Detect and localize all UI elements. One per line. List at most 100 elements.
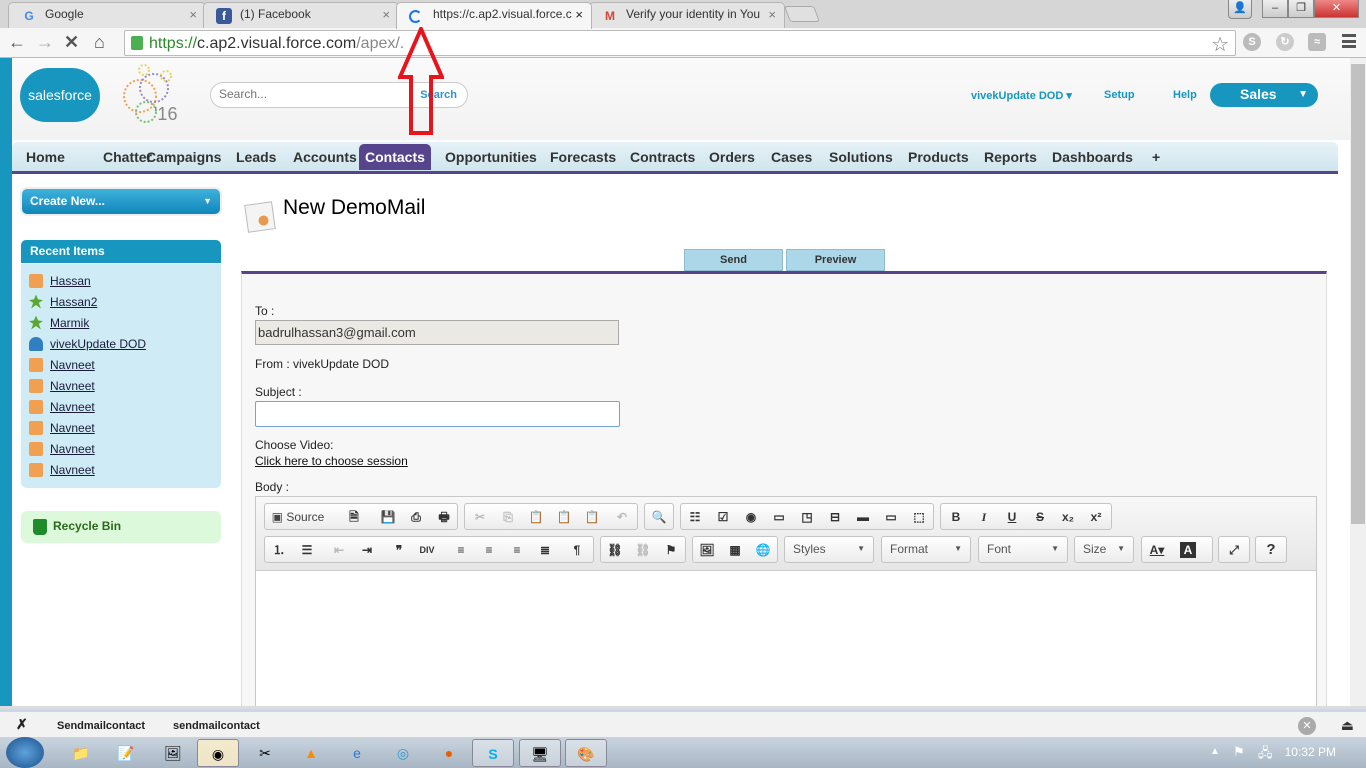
action-center-flag-icon[interactable]: ⚑ bbox=[1233, 744, 1245, 760]
textarea-icon[interactable]: ◳ bbox=[796, 507, 818, 527]
download-item[interactable]: sendmailcontact bbox=[173, 720, 260, 732]
browser-menu-icon[interactable] bbox=[1342, 34, 1356, 48]
choose-session-link[interactable]: Click here to choose session bbox=[255, 454, 408, 468]
close-tab-icon[interactable]: × bbox=[768, 7, 776, 22]
help-center-icon[interactable]: ◎ bbox=[382, 739, 424, 767]
paste-icon[interactable]: 📋 bbox=[525, 507, 547, 527]
nav-tab-accounts[interactable]: Accounts bbox=[287, 148, 363, 166]
recent-item-link[interactable]: Hassan2 bbox=[50, 295, 97, 309]
nav-tab-opportunities[interactable]: Opportunities bbox=[439, 148, 543, 166]
notepad-icon[interactable]: 📝 bbox=[105, 739, 147, 767]
user-menu[interactable]: vivekUpdate DOD ▾ bbox=[971, 89, 1072, 102]
profile-icon[interactable]: 👤 bbox=[1228, 0, 1252, 19]
table-icon[interactable]: ▦ bbox=[724, 540, 746, 560]
recycle-bin-link[interactable]: Recycle Bin bbox=[21, 511, 221, 543]
refresh-extension-icon[interactable]: ↻ bbox=[1276, 33, 1294, 51]
recent-item-link[interactable]: Navneet bbox=[50, 421, 95, 435]
nav-tab-contacts[interactable]: Contacts bbox=[359, 144, 431, 170]
download-item[interactable]: Sendmailcontact bbox=[57, 720, 145, 732]
format-dropdown[interactable]: Format ▼ bbox=[881, 536, 971, 563]
indent-icon[interactable]: ⇥ bbox=[356, 540, 378, 560]
nav-tab-contracts[interactable]: Contracts bbox=[624, 148, 701, 166]
bookmark-star-icon[interactable]: ☆ bbox=[1211, 32, 1229, 57]
home-icon[interactable]: ⌂ bbox=[94, 32, 105, 52]
nav-tab-home[interactable]: Home bbox=[20, 148, 71, 166]
numbered-list-icon[interactable]: ⒈ bbox=[268, 540, 290, 560]
print-icon[interactable]: 🖶 bbox=[433, 507, 455, 527]
page-scrollbar[interactable] bbox=[1350, 58, 1366, 706]
skype-extension-icon[interactable]: S bbox=[1243, 33, 1261, 51]
recent-item-link[interactable]: Marmik bbox=[50, 316, 89, 330]
nav-tab-solutions[interactable]: Solutions bbox=[823, 148, 899, 166]
paste-text-icon[interactable]: 📋 bbox=[553, 507, 575, 527]
copy-icon[interactable]: ⎘ bbox=[497, 507, 519, 527]
select-icon[interactable]: ⊟ bbox=[824, 507, 846, 527]
show-downloads-icon[interactable]: ⏏ bbox=[1341, 717, 1354, 734]
subject-input[interactable] bbox=[255, 401, 620, 427]
search-input[interactable] bbox=[219, 87, 399, 101]
recent-item-link[interactable]: Navneet bbox=[50, 400, 95, 414]
browser-tab-google[interactable]: G Google × bbox=[8, 2, 206, 28]
underline-icon[interactable]: U bbox=[1001, 507, 1023, 527]
restore-button[interactable]: ❐ bbox=[1288, 0, 1314, 18]
rss-extension-icon[interactable]: ≈ bbox=[1308, 33, 1326, 51]
back-icon[interactable]: ← bbox=[8, 32, 26, 52]
cut-icon[interactable]: ✂ bbox=[469, 507, 491, 527]
source-button[interactable]: ▣ Source bbox=[267, 507, 329, 527]
recent-item-link[interactable]: vivekUpdate DOD bbox=[50, 337, 146, 351]
close-tab-icon[interactable]: × bbox=[189, 7, 197, 22]
image-button-icon[interactable]: ▭ bbox=[880, 507, 902, 527]
app-selector[interactable]: Sales ▼ bbox=[1210, 83, 1318, 107]
browser-tab-active[interactable]: https://c.ap2.visual.force.c × bbox=[396, 2, 592, 29]
help-link[interactable]: Help bbox=[1173, 89, 1197, 101]
nav-tab-products[interactable]: Products bbox=[902, 148, 975, 166]
preview-doc-icon[interactable]: ⎙ bbox=[405, 507, 427, 527]
send-button[interactable]: Send bbox=[684, 249, 783, 271]
download-close-icon[interactable]: ✕ bbox=[1298, 717, 1316, 735]
recent-item-link[interactable]: Hassan bbox=[50, 274, 91, 288]
help-icon[interactable]: ? bbox=[1260, 540, 1282, 560]
radio-icon[interactable]: ◉ bbox=[740, 507, 762, 527]
system-clock[interactable]: 10:32 PM bbox=[1285, 745, 1336, 759]
new-tab-button[interactable] bbox=[784, 6, 820, 22]
network-icon[interactable]: 🖧 bbox=[1258, 744, 1273, 766]
create-new-dropdown[interactable]: Create New... ▼ bbox=[22, 189, 220, 214]
setup-link[interactable]: Setup bbox=[1104, 89, 1135, 101]
nav-tab-reports[interactable]: Reports bbox=[978, 148, 1043, 166]
hidden-field-icon[interactable]: ⬚ bbox=[908, 507, 930, 527]
italic-icon[interactable]: I bbox=[973, 507, 995, 527]
styles-dropdown[interactable]: Styles ▼ bbox=[784, 536, 874, 563]
unlink-icon[interactable]: ⛓ bbox=[632, 540, 654, 560]
vlc-icon[interactable]: ▲ bbox=[290, 739, 332, 767]
find-icon[interactable]: 🔍 bbox=[648, 507, 670, 527]
skype-icon[interactable]: S bbox=[472, 739, 514, 767]
scrollbar-thumb[interactable] bbox=[1351, 64, 1365, 524]
subscript-icon[interactable]: x₂ bbox=[1057, 507, 1079, 527]
forward-icon[interactable]: → bbox=[36, 32, 54, 52]
firefox-icon[interactable]: ● bbox=[428, 739, 470, 767]
justify-icon[interactable]: ≣ bbox=[534, 540, 556, 560]
font-dropdown[interactable]: Font ▼ bbox=[978, 536, 1068, 563]
explorer-icon[interactable]: 📁 bbox=[60, 739, 102, 767]
snipping-tool-icon[interactable]: ✂ bbox=[244, 739, 286, 767]
internet-explorer-icon[interactable]: e bbox=[336, 739, 378, 767]
checkbox-icon[interactable]: ☑ bbox=[712, 507, 734, 527]
close-window-button[interactable]: ✕ bbox=[1314, 0, 1359, 18]
recent-item-link[interactable]: Navneet bbox=[50, 442, 95, 456]
address-bar[interactable]: https://c.ap2.visual.force.com/apex/. ☆ bbox=[124, 30, 1236, 56]
outdent-icon[interactable]: ⇤ bbox=[328, 540, 350, 560]
browser-tab-gmail[interactable]: M Verify your identity in You × bbox=[589, 2, 785, 28]
align-right-icon[interactable]: ≡ bbox=[506, 540, 528, 560]
nav-tab-orders[interactable]: Orders bbox=[703, 148, 761, 166]
paint-icon[interactable]: 🎨 bbox=[565, 739, 607, 767]
text-color-icon[interactable]: A▾ bbox=[1146, 540, 1168, 560]
div-container-icon[interactable]: DIV bbox=[416, 540, 438, 560]
browser-tab-facebook[interactable]: f (1) Facebook × bbox=[203, 2, 399, 28]
undo-icon[interactable]: ↶ bbox=[611, 507, 633, 527]
text-direction-icon[interactable]: ¶ bbox=[566, 540, 588, 560]
all-tabs-plus-icon[interactable]: + bbox=[1146, 148, 1166, 166]
form-icon[interactable]: ☷ bbox=[684, 507, 706, 527]
recent-item-link[interactable]: Navneet bbox=[50, 463, 95, 477]
show-hidden-icons[interactable]: ▲ bbox=[1210, 746, 1220, 757]
close-tab-icon[interactable]: × bbox=[382, 7, 390, 22]
